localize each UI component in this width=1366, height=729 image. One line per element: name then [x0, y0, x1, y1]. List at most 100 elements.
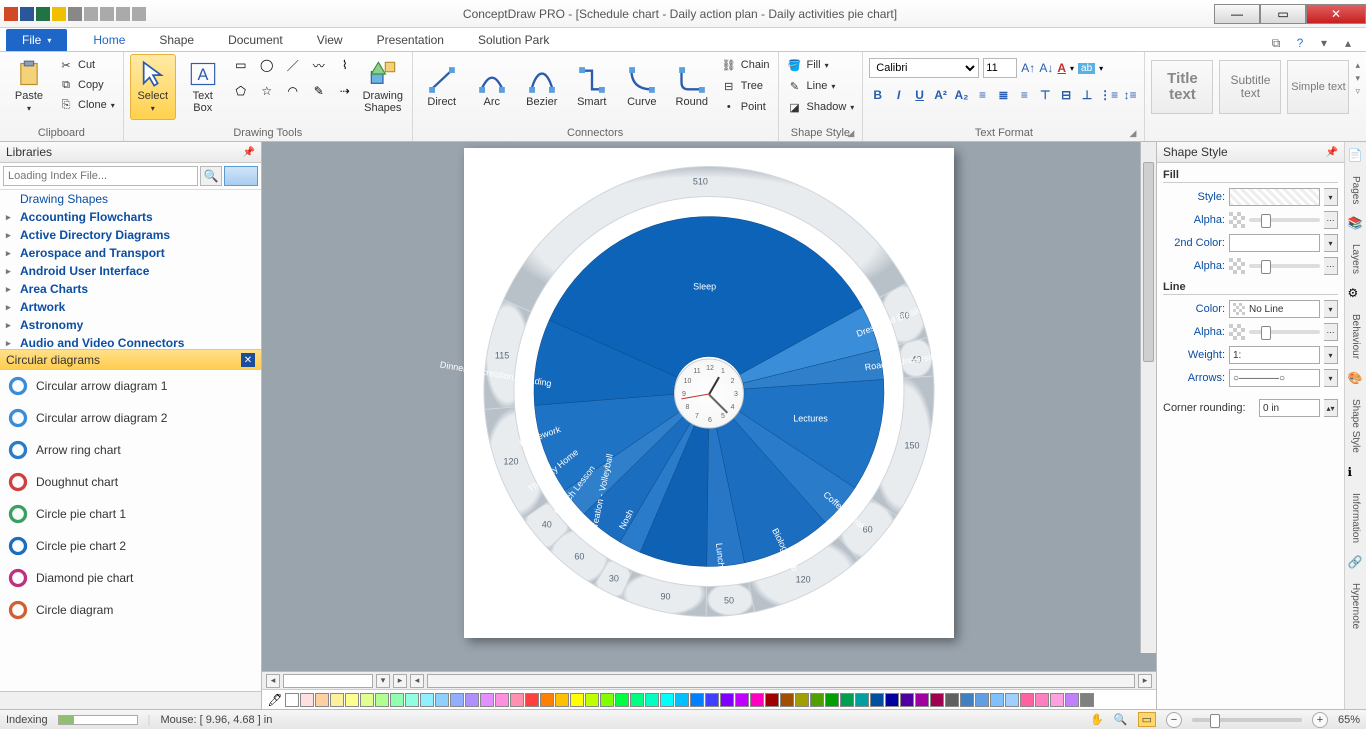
search-button[interactable]: 🔍	[200, 166, 222, 186]
library-item[interactable]: Drawing Shapes	[0, 190, 261, 208]
color-swatch[interactable]	[540, 693, 554, 707]
color-swatch[interactable]	[915, 693, 929, 707]
paste-button[interactable]: Paste▾	[6, 54, 52, 120]
pie-chart[interactable]: 510Sleep60Dress and Breakfast40Road to U…	[464, 147, 954, 640]
color-swatch[interactable]	[345, 693, 359, 707]
color-swatch[interactable]	[600, 693, 614, 707]
color-swatch[interactable]	[390, 693, 404, 707]
zoom-slider[interactable]	[1192, 718, 1302, 722]
fill-button[interactable]: 🪣Fill ▾	[785, 56, 857, 74]
color-swatch[interactable]	[975, 693, 989, 707]
color-swatch[interactable]	[585, 693, 599, 707]
font-size-input[interactable]	[983, 58, 1017, 78]
zoom-tool-icon[interactable]: 🔍	[1114, 713, 1128, 726]
close-button[interactable]: ✕	[1306, 4, 1366, 24]
spacing-button[interactable]: ↕≡	[1122, 86, 1139, 104]
library-search-input[interactable]	[3, 166, 198, 186]
color-swatch[interactable]	[570, 693, 584, 707]
fill-alpha-slider[interactable]	[1249, 218, 1320, 222]
shape-item[interactable]: Doughnut chart	[0, 466, 261, 498]
color-swatch[interactable]	[615, 693, 629, 707]
tree-button[interactable]: ⊟Tree	[719, 77, 772, 95]
shrink-font-icon[interactable]: A↓	[1039, 61, 1053, 75]
align-bottom-button[interactable]: ⊥	[1079, 86, 1096, 104]
color-swatch[interactable]	[885, 693, 899, 707]
canvas[interactable]: 510Sleep60Dress and Breakfast40Road to U…	[262, 142, 1156, 671]
align-right-button[interactable]: ≡	[1016, 86, 1033, 104]
drawing-shapes-button[interactable]: Drawing Shapes	[360, 54, 406, 120]
grow-font-icon[interactable]: A↑	[1021, 61, 1035, 75]
hscroll-left[interactable]: ◂	[410, 674, 424, 688]
color-swatch[interactable]	[300, 693, 314, 707]
color-swatch[interactable]	[420, 693, 434, 707]
color-swatch[interactable]	[435, 693, 449, 707]
options-icon[interactable]: ⧉	[1268, 35, 1284, 51]
color-swatch[interactable]	[840, 693, 854, 707]
minimize-button[interactable]: —	[1214, 4, 1260, 24]
color-swatch[interactable]	[765, 693, 779, 707]
arc-button[interactable]: Arc	[469, 54, 515, 120]
hand-tool-icon[interactable]: ✋	[1090, 713, 1104, 726]
sidetab-behaviour[interactable]: Behaviour	[1350, 308, 1361, 365]
smart-button[interactable]: Smart	[569, 54, 615, 120]
hscroll-right[interactable]: ▸	[1138, 674, 1152, 688]
category-header[interactable]: Circular diagrams✕	[0, 350, 261, 370]
connector-tool[interactable]: ⇢	[334, 80, 356, 102]
underline-button[interactable]: U	[911, 86, 928, 104]
style-title[interactable]: Title text	[1151, 60, 1213, 114]
line-tool[interactable]: ／	[282, 54, 304, 76]
color-swatch[interactable]	[330, 693, 344, 707]
round-button[interactable]: Round	[669, 54, 715, 120]
color-swatch[interactable]	[900, 693, 914, 707]
color-swatch[interactable]	[555, 693, 569, 707]
tab-presentation[interactable]: Presentation	[369, 29, 452, 51]
color-swatch[interactable]	[705, 693, 719, 707]
color-swatch[interactable]	[450, 693, 464, 707]
style-down-icon[interactable]: ▾	[1355, 73, 1360, 84]
polygon-tool[interactable]: ⬠	[230, 80, 252, 102]
sidetab-icon[interactable]: ℹ	[1348, 465, 1364, 481]
textbox-button[interactable]: A Text Box	[180, 54, 226, 120]
curve-button[interactable]: Curve	[619, 54, 665, 120]
highlight-icon[interactable]: ab	[1078, 63, 1095, 74]
library-tree[interactable]: Drawing ShapesAccounting FlowchartsActiv…	[0, 190, 261, 350]
star-tool[interactable]: ☆	[256, 80, 278, 102]
cut-button[interactable]: ✂Cut	[56, 56, 117, 74]
color-swatch[interactable]	[1065, 693, 1079, 707]
library-item[interactable]: Artwork	[0, 298, 261, 316]
align-center-button[interactable]: ≣	[995, 86, 1012, 104]
pin-icon[interactable]: 📌	[243, 147, 255, 158]
tab-shape[interactable]: Shape	[151, 29, 202, 51]
color-swatch[interactable]	[660, 693, 674, 707]
file-tab[interactable]: File▾	[6, 29, 67, 51]
shape-item[interactable]: Circle diagram	[0, 594, 261, 626]
color-swatch[interactable]	[960, 693, 974, 707]
color-swatch[interactable]	[1035, 693, 1049, 707]
library-item[interactable]: Android User Interface	[0, 262, 261, 280]
align-left-button[interactable]: ≡	[974, 86, 991, 104]
shape-item[interactable]: Diamond pie chart	[0, 562, 261, 594]
page-tab[interactable]	[283, 674, 373, 688]
color-swatch[interactable]	[795, 693, 809, 707]
tab-view[interactable]: View	[309, 29, 351, 51]
color-swatch[interactable]	[810, 693, 824, 707]
color-swatch[interactable]	[750, 693, 764, 707]
color-swatch[interactable]	[1005, 693, 1019, 707]
sidetab-icon[interactable]: 🎨	[1348, 371, 1364, 387]
zoom-in-button[interactable]: +	[1312, 712, 1328, 728]
tab-solution[interactable]: Solution Park	[470, 29, 557, 51]
line-button[interactable]: ✎Line ▾	[785, 77, 857, 95]
italic-button[interactable]: I	[890, 86, 907, 104]
library-item[interactable]: Astronomy	[0, 316, 261, 334]
rect-tool[interactable]: ▭	[230, 54, 252, 76]
shape-item[interactable]: Circular arrow diagram 2	[0, 402, 261, 434]
ellipse-tool[interactable]: ◯	[256, 54, 278, 76]
color-swatch[interactable]	[525, 693, 539, 707]
tab-home[interactable]: Home	[85, 29, 133, 51]
color-swatch[interactable]	[675, 693, 689, 707]
line-arrows-select[interactable]: ○————○	[1229, 369, 1320, 387]
chain-button[interactable]: ⛓Chain	[719, 56, 772, 74]
category-close-icon[interactable]: ✕	[241, 353, 255, 367]
line-alpha-slider[interactable]	[1249, 330, 1320, 334]
view-toggle-button[interactable]	[224, 166, 258, 186]
